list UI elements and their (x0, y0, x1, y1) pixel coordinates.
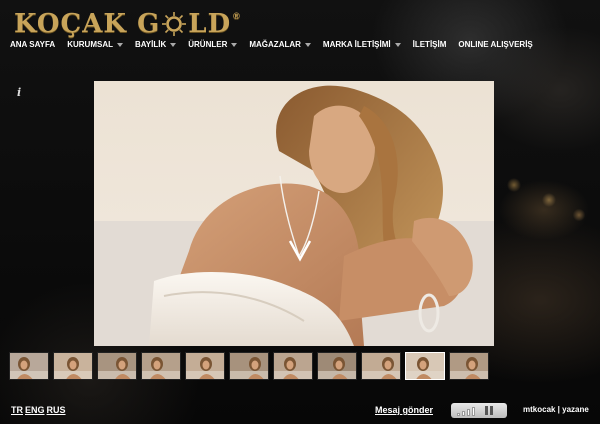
thumbnail-image (142, 353, 180, 379)
main-photo (94, 81, 494, 346)
gallery-thumbnail[interactable] (9, 352, 49, 380)
logo-text-right: LD (188, 9, 232, 39)
gallery-thumbnail[interactable] (97, 352, 137, 380)
registered-mark: ® (233, 11, 241, 21)
nav-item[interactable]: MARKA İLETİŞİMİ (323, 40, 401, 49)
thumbnail-image (186, 353, 224, 379)
gallery-thumbnail[interactable] (361, 352, 401, 380)
thumbnail-image (450, 353, 488, 379)
language-option[interactable]: TR (11, 405, 23, 415)
thumbnail-image (98, 353, 136, 379)
nav-item[interactable]: KURUMSAL (67, 40, 123, 49)
nav-item[interactable]: ÜRÜNLER (188, 40, 238, 49)
chevron-down-icon (304, 42, 311, 47)
background-jewelry (494, 165, 600, 255)
nav-item-label: BAYİLİK (134, 40, 167, 49)
nav-item[interactable]: MAĞAZALAR (249, 40, 311, 49)
volume-bars[interactable] (457, 406, 475, 416)
nav-item-label: ONLINE ALIŞVERİŞ (458, 40, 533, 49)
gallery-thumbnail[interactable] (405, 352, 445, 380)
header: KOÇAK G LD ® ANA SAYFA KURUMSAL BAYİLİK ÜRÜ… (0, 0, 600, 62)
nav-item-label: İLETİŞİM (412, 40, 447, 49)
logo-text-left: KOÇAK G (14, 9, 161, 39)
credits[interactable]: mtkocak | yazane (523, 405, 589, 414)
info-icon[interactable]: i (17, 86, 21, 99)
thumbnail-image (362, 353, 400, 379)
volume-bar (462, 410, 465, 416)
nav-item-label: MAĞAZALAR (249, 40, 301, 49)
chevron-down-icon (170, 42, 177, 47)
nav-item[interactable]: İLETİŞİM (413, 40, 447, 49)
pause-bar (490, 406, 493, 415)
chevron-down-icon (231, 42, 238, 47)
gallery-thumbnail[interactable] (273, 352, 313, 380)
gallery-thumbnail[interactable] (317, 352, 357, 380)
nav-item-label: ANA SAYFA (10, 40, 56, 49)
gallery-thumbnail[interactable] (185, 352, 225, 380)
gallery-thumbnail[interactable] (141, 352, 181, 380)
brand-logo[interactable]: KOÇAK G LD ® (14, 7, 241, 41)
chevron-down-icon (116, 42, 123, 47)
pause-bar (485, 406, 488, 415)
main-nav: ANA SAYFA KURUMSAL BAYİLİK ÜRÜNLER MAĞAZALAR… (10, 40, 545, 49)
volume-bar (467, 408, 470, 416)
nav-item-label: ÜRÜNLER (188, 40, 228, 49)
thumbnail-image (10, 353, 48, 379)
model-photo-illustration (94, 85, 494, 346)
thumbnail-image (230, 353, 268, 379)
language-switcher: TR ENG RUS (11, 405, 68, 415)
thumbnail-image (274, 353, 312, 379)
thumbnail-image (406, 353, 444, 379)
nav-item[interactable]: BAYİLİK (134, 40, 177, 49)
thumbnail-image (54, 353, 92, 379)
player-controls (451, 403, 507, 418)
chevron-down-icon (394, 42, 401, 47)
nav-item[interactable]: ANA SAYFA (10, 40, 55, 49)
language-option[interactable]: RUS (47, 405, 66, 415)
sun-icon (162, 12, 187, 36)
gallery-thumbnail[interactable] (53, 352, 93, 380)
language-option[interactable]: ENG (25, 405, 45, 415)
nav-item-label: KURUMSAL (67, 40, 113, 49)
volume-bar (457, 412, 460, 416)
volume-bar (472, 406, 475, 416)
send-message-link[interactable]: Mesaj gönder (375, 405, 433, 415)
gallery-thumbnail[interactable] (229, 352, 269, 380)
thumbnail-strip (9, 352, 493, 380)
gallery-thumbnail[interactable] (449, 352, 489, 380)
nav-item[interactable]: ONLINE ALIŞVERİŞ (458, 40, 532, 49)
nav-item-label: MARKA İLETİŞİMİ (322, 40, 391, 49)
pause-button[interactable] (485, 406, 493, 415)
thumbnail-image (318, 353, 356, 379)
